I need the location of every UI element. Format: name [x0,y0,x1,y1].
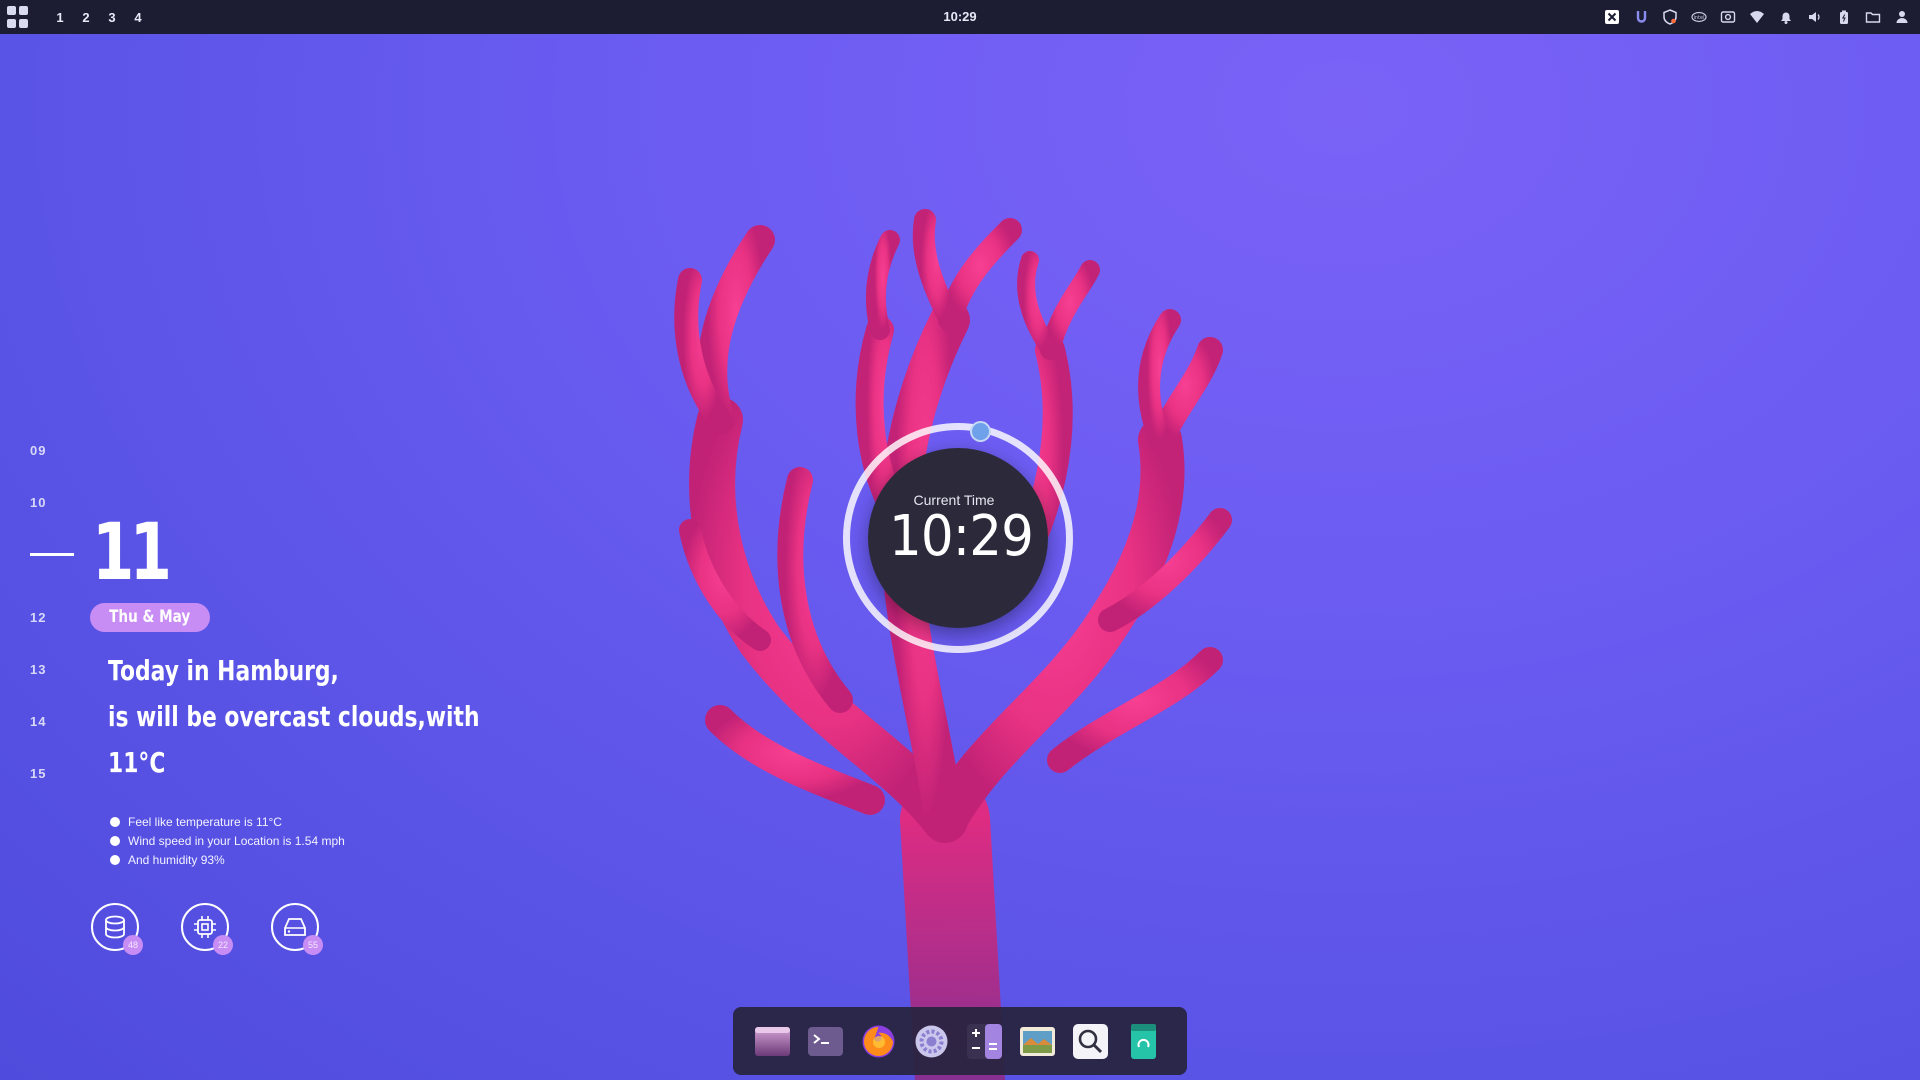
weather-detail-humidity: And humidity 93% [110,853,225,867]
intel-icon[interactable]: intel [1689,7,1709,27]
terminal-icon[interactable] [807,1023,844,1060]
detail-text: Wind speed in your Location is 1.54 mph [128,834,345,848]
u-app-icon[interactable] [1631,7,1651,27]
search-icon[interactable] [1072,1023,1109,1060]
timeline-hour-12: 12 [30,610,47,625]
workspace-2[interactable]: 2 [73,10,99,25]
firefox-icon[interactable] [860,1023,897,1060]
user-icon[interactable] [1892,7,1912,27]
drive-usage-stat[interactable]: 55 [271,903,323,955]
database-icon [105,915,125,939]
timeline-hour-14: 14 [30,714,47,729]
dock [733,1007,1187,1075]
volume-icon[interactable] [1805,7,1825,27]
weather-line-2: is will be overcast clouds,with [108,700,480,733]
clock-time: 10:29 [889,504,1034,569]
folder-icon[interactable] [1863,7,1883,27]
clock-seconds-knob [970,421,991,442]
weather-detail-wind: Wind speed in your Location is 1.54 mph [110,834,345,848]
detail-text: And humidity 93% [128,853,225,867]
shield-icon[interactable] [1660,7,1680,27]
storage-usage-stat[interactable]: 48 [91,903,143,955]
image-viewer-icon[interactable] [1019,1023,1056,1060]
timeline-hour-09: 09 [30,443,47,458]
bullet-icon [110,836,120,846]
svg-text:intel: intel [1694,15,1705,21]
timeline-hour-15: 15 [30,766,47,781]
bell-icon[interactable] [1776,7,1796,27]
file-manager-icon[interactable] [754,1023,791,1060]
timeline-hour-10: 10 [30,495,47,510]
current-hour: 11 [92,508,172,598]
workspace-1[interactable]: 1 [47,10,73,25]
cpu-usage-stat[interactable]: 22 [181,903,233,955]
weather-line-1: Today in Hamburg, [108,654,339,687]
date-badge: Thu & May [90,603,210,632]
system-tray: intel [1593,0,1912,34]
battery-icon[interactable] [1834,7,1854,27]
bullet-icon [110,817,120,827]
workspace-4[interactable]: 4 [125,10,151,25]
drive-icon [284,918,306,936]
weather-line-3: 11°C [108,746,166,779]
workspace-3[interactable]: 3 [99,10,125,25]
current-hour-marker [30,553,74,556]
drive-badge: 55 [303,935,323,955]
screenshot-icon[interactable] [1718,7,1738,27]
settings-icon[interactable] [913,1023,950,1060]
calculator-icon[interactable] [966,1023,1003,1060]
wifi-icon[interactable] [1747,7,1767,27]
weather-detail-feels-like: Feel like temperature is 11°C [110,815,282,829]
workspace-switcher: 1 2 3 4 [47,10,151,25]
x-app-icon[interactable] [1602,7,1622,27]
trash-icon[interactable] [1125,1023,1162,1060]
date-label: Thu & May [109,607,191,627]
cpu-icon [194,916,216,938]
storage-badge: 48 [123,935,143,955]
detail-text: Feel like temperature is 11°C [128,815,282,829]
app-menu-grid-icon[interactable] [7,6,29,28]
cpu-badge: 22 [213,935,233,955]
bullet-icon [110,855,120,865]
timeline-hour-13: 13 [30,662,47,677]
